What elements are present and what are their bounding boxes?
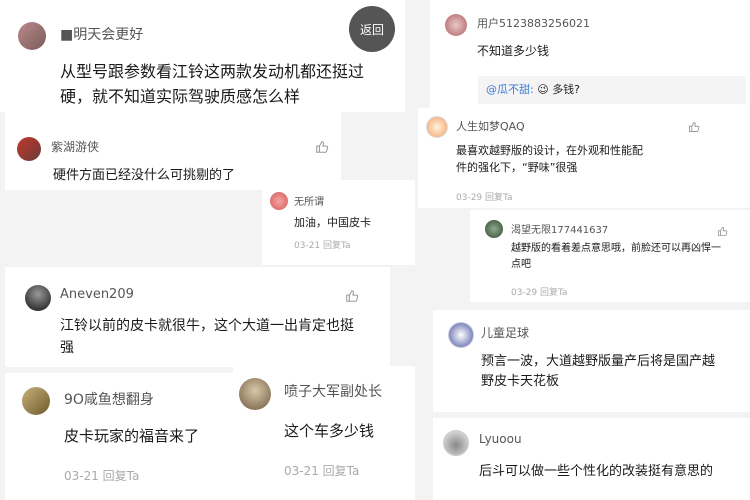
avatar[interactable] xyxy=(485,220,503,238)
avatar[interactable] xyxy=(426,116,448,138)
comment-text: 皮卡玩家的福音来了 xyxy=(64,427,200,445)
comment-text: 最喜欢越野版的设计，在外观和性能配件的强化下，“野味”很强 xyxy=(456,144,643,175)
mention-link[interactable]: @瓜不甜: xyxy=(486,83,534,96)
comment-card: 紫湖游侠 硬件方面已经没什么可挑剔的了 xyxy=(5,112,341,190)
comment-card: 无所谓 加油，中国皮卡 03-21 回复Ta xyxy=(262,180,415,265)
avatar[interactable] xyxy=(25,285,51,311)
username[interactable]: 儿童足球 xyxy=(481,324,529,341)
comment-text: 江铃以前的皮卡就很牛，这个大道一出肯定也挺强 xyxy=(60,318,354,356)
username[interactable]: 渴望无限177441637 xyxy=(511,221,608,236)
wink-emoji-icon: 😉 xyxy=(537,83,549,96)
comment-card: 人生如梦QAQ 最喜欢越野版的设计，在外观和性能配件的强化下，“野味”很强 03… xyxy=(418,108,750,208)
avatar[interactable] xyxy=(18,22,46,50)
like-icon[interactable] xyxy=(315,139,329,153)
reply-quote: @瓜不甜: 😉 多钱? xyxy=(478,76,746,104)
username[interactable]: 无所谓 xyxy=(294,193,324,208)
comment-card: Aneven209 江铃以前的皮卡就很牛，这个大道一出肯定也挺强 xyxy=(5,267,390,367)
username[interactable]: Aneven209 xyxy=(60,287,134,302)
username[interactable]: ■明天会更好 xyxy=(60,24,143,44)
username[interactable]: 喷子大军副处长 xyxy=(284,381,382,401)
reply-text: 多钱? xyxy=(552,83,581,96)
comment-meta[interactable]: 03-21 回复Ta xyxy=(284,462,359,479)
comment-card: 用户5123883256021 不知道多少钱 @瓜不甜: 😉 多钱? xyxy=(430,0,750,108)
comment-meta[interactable]: 03-29 回复Ta xyxy=(456,190,513,203)
comment-meta[interactable]: 03-21 回复Ta xyxy=(64,467,139,484)
comment-text: 越野版的看着差点意思哦，前脸还可以再凶悍一点吧 xyxy=(511,243,721,270)
username[interactable]: 人生如梦QAQ xyxy=(456,118,525,134)
like-icon[interactable] xyxy=(717,222,728,237)
comment-card: 9O咸鱼想翻身 皮卡玩家的福音来了 03-21 回复Ta xyxy=(5,373,233,500)
comment-text: 不知道多少钱 xyxy=(477,44,550,58)
back-label: 返回 xyxy=(359,22,384,37)
comment-text: 硬件方面已经没什么可挑剔的了 xyxy=(53,168,236,183)
comment-card: 渴望无限177441637 越野版的看着差点意思哦，前脸还可以再凶悍一点吧 03… xyxy=(470,210,750,302)
username[interactable]: Lyuoou xyxy=(479,432,522,446)
username[interactable]: 9O咸鱼想翻身 xyxy=(64,389,154,409)
avatar[interactable] xyxy=(239,378,271,410)
avatar[interactable] xyxy=(270,192,288,210)
username[interactable]: 用户5123883256021 xyxy=(477,15,590,31)
avatar[interactable] xyxy=(443,430,469,456)
avatar[interactable] xyxy=(22,387,50,415)
avatar[interactable] xyxy=(448,322,474,348)
like-icon[interactable] xyxy=(345,288,359,302)
comment-card: Lyuoou 后斗可以做一些个性化的改装挺有意思的 xyxy=(433,418,750,500)
back-button[interactable]: 返回 xyxy=(349,6,395,52)
comment-text: 这个车多少钱 xyxy=(284,422,375,440)
like-icon[interactable] xyxy=(688,118,700,132)
avatar[interactable] xyxy=(445,14,467,36)
comment-meta[interactable]: 03-29 回复Ta xyxy=(511,285,568,298)
username[interactable]: 紫湖游侠 xyxy=(51,138,99,155)
comment-text: 加油，中国皮卡 xyxy=(294,216,371,229)
comment-card: ■明天会更好 从型号跟参数看江铃这两款发动机都还挺过硬，就不知道实际驾驶质感怎么… xyxy=(0,0,405,112)
comment-text: 后斗可以做一些个性化的改装挺有意思的 xyxy=(479,464,714,479)
comment-text: 预言一波，大道越野版量产后将是国产越野皮卡天花板 xyxy=(481,354,716,390)
avatar[interactable] xyxy=(17,137,41,161)
comment-card: 喷子大军副处长 这个车多少钱 03-21 回复Ta xyxy=(233,366,415,500)
comment-card: 儿童足球 预言一波，大道越野版量产后将是国产越野皮卡天花板 xyxy=(433,310,750,412)
comment-text: 从型号跟参数看江铃这两款发动机都还挺过硬，就不知道实际驾驶质感怎么样 xyxy=(60,62,365,106)
comment-meta[interactable]: 03-21 回复Ta xyxy=(294,238,351,251)
